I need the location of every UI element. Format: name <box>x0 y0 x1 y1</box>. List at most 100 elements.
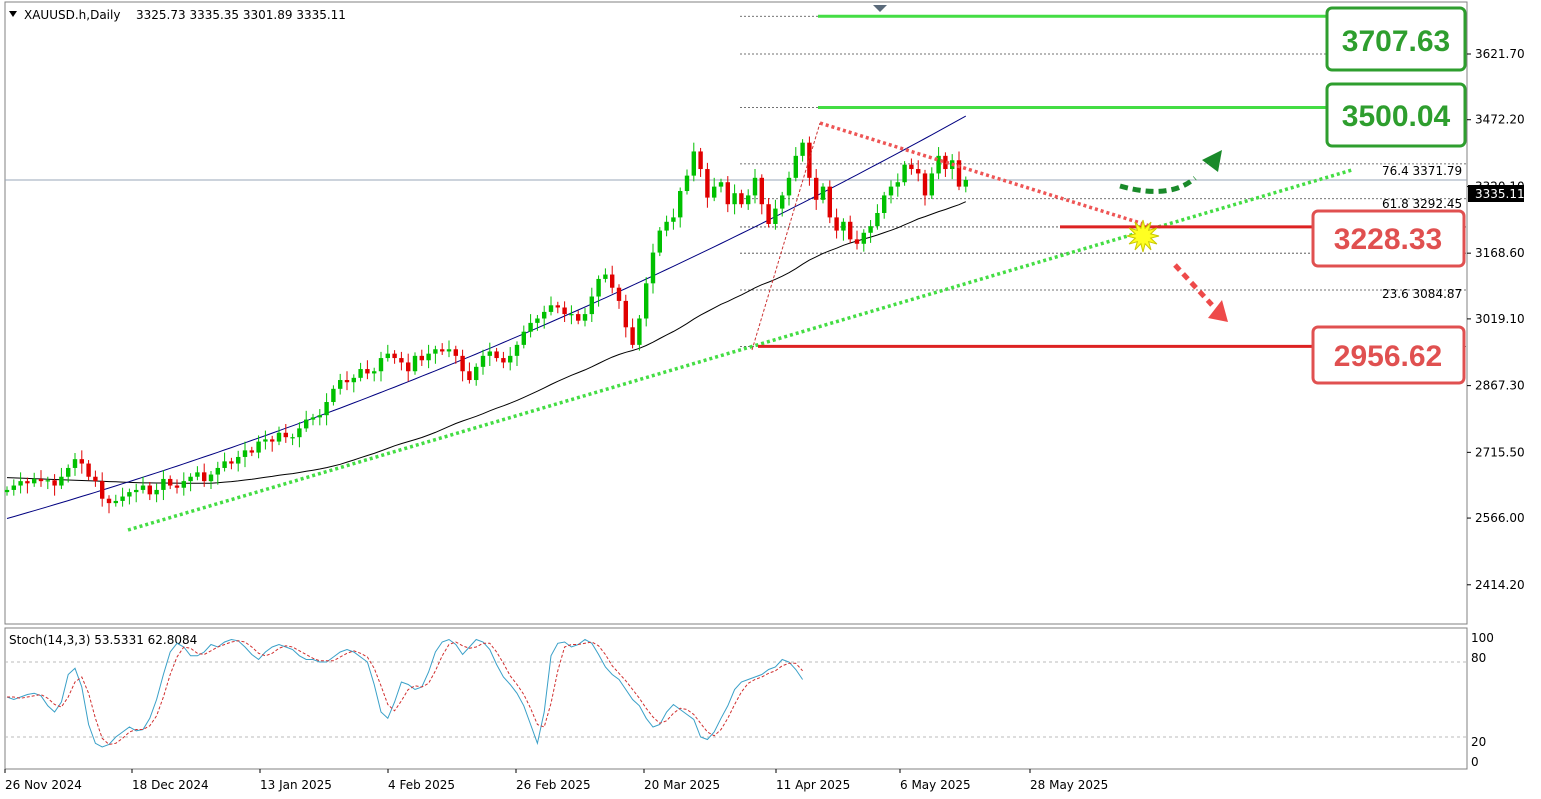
candle-body <box>895 182 900 187</box>
candle-body <box>338 380 343 389</box>
candle-body <box>59 476 64 486</box>
candle-body <box>657 230 662 253</box>
candle-body <box>263 439 268 442</box>
candle-body <box>786 177 792 196</box>
candle-body <box>555 305 560 308</box>
level-box-3228: 3228.33 <box>1311 209 1466 268</box>
candle-body <box>487 351 492 356</box>
candle-body <box>38 478 44 482</box>
candle-body <box>249 450 254 453</box>
candle-body <box>467 371 472 381</box>
price-tick-1: 3472.20 <box>1475 113 1525 127</box>
candle-body <box>521 331 526 345</box>
candle-body <box>576 314 581 321</box>
candle-body <box>229 461 234 464</box>
ohlc-readout: 3325.73 3335.35 3301.89 3335.11 <box>136 8 346 22</box>
candle-body <box>569 314 574 316</box>
candle-body <box>746 195 751 205</box>
candle-body <box>807 142 812 178</box>
candle-body <box>174 485 180 488</box>
candle-body <box>202 472 207 482</box>
candle-body <box>52 480 57 486</box>
candle-body <box>406 362 411 372</box>
candle-body <box>399 358 404 363</box>
candle-body <box>256 441 261 453</box>
candle-body <box>875 212 880 227</box>
date-tick-1: 18 Dec 2024 <box>132 778 209 792</box>
stoch-label: Stoch(14,3,3) 53.5331 62.8084 <box>9 633 197 647</box>
candle-body <box>276 432 282 442</box>
candle-body <box>739 193 744 205</box>
candle-body <box>25 481 30 484</box>
candle-body <box>433 349 438 354</box>
candle-body <box>814 177 819 200</box>
candle-body <box>372 371 377 374</box>
candle-body <box>514 344 520 356</box>
candle-body <box>440 349 445 352</box>
candle-body <box>664 221 669 231</box>
price-tick-7: 2566.00 <box>1475 511 1525 525</box>
svg-text:3228.33: 3228.33 <box>1334 223 1442 256</box>
candle-body <box>270 439 275 442</box>
candle-body <box>616 287 622 301</box>
date-tick-0: 26 Nov 2024 <box>5 778 82 792</box>
candle-body <box>542 311 547 319</box>
date-tick-8: 28 May 2025 <box>1030 778 1108 792</box>
candle-body <box>678 191 683 218</box>
stoch-axis-20: 20 <box>1471 735 1486 749</box>
candle-body <box>671 217 676 222</box>
candle-body <box>827 186 832 218</box>
candle-body <box>861 232 866 244</box>
candle-body <box>834 217 839 231</box>
candle-body <box>902 164 907 183</box>
candle-body <box>637 318 642 345</box>
candle-body <box>32 478 37 484</box>
candle-body <box>922 173 928 196</box>
date-tick-3: 4 Feb 2025 <box>388 778 455 792</box>
candle-body <box>378 358 384 372</box>
candle-body <box>72 459 78 468</box>
candle-body <box>759 177 764 205</box>
price-tick-5: 2867.30 <box>1475 379 1525 393</box>
candle-body <box>854 239 860 244</box>
candle-body <box>283 432 288 438</box>
candle-body <box>508 355 513 363</box>
candle-body <box>603 274 608 279</box>
candle-body <box>752 177 758 196</box>
candle-body <box>963 180 968 187</box>
candle-body <box>310 417 316 420</box>
candle-body <box>460 355 465 372</box>
price-tick-6: 2715.50 <box>1475 445 1525 459</box>
candle-body <box>698 151 703 170</box>
candle-body <box>127 492 132 497</box>
candle-body <box>480 355 486 367</box>
candle-body <box>324 402 329 416</box>
candle-body <box>623 300 628 328</box>
candle <box>827 180 832 224</box>
candle-body <box>868 226 873 233</box>
candle-body <box>888 186 894 196</box>
candle-body <box>929 173 934 196</box>
candle-body <box>120 496 125 501</box>
candle-body <box>582 314 588 321</box>
candle-body <box>848 221 853 240</box>
candle-body <box>494 351 499 359</box>
candle-body <box>106 498 112 504</box>
candle-body <box>453 349 458 356</box>
candle-body <box>800 142 805 156</box>
chart-window: XAUUSD.h,Daily 3325.73 3335.35 3301.89 3… <box>0 0 1541 799</box>
candle-body <box>93 476 98 482</box>
current-price-tag: 3335.11 <box>1468 185 1525 202</box>
candle-body <box>392 353 397 359</box>
candle-body <box>535 318 540 323</box>
candle-body <box>773 208 778 224</box>
candle-body <box>344 380 350 383</box>
candle-body <box>168 478 173 486</box>
candle-body <box>916 169 921 174</box>
candle-body <box>4 489 10 493</box>
price-tick-0: 3621.70 <box>1475 47 1525 61</box>
symbol-label: XAUUSD.h,Daily <box>24 8 120 22</box>
candle-body <box>113 500 118 504</box>
level-box-3707: 3707.63 <box>1325 6 1467 72</box>
stoch-axis-100: 100 <box>1471 631 1494 645</box>
